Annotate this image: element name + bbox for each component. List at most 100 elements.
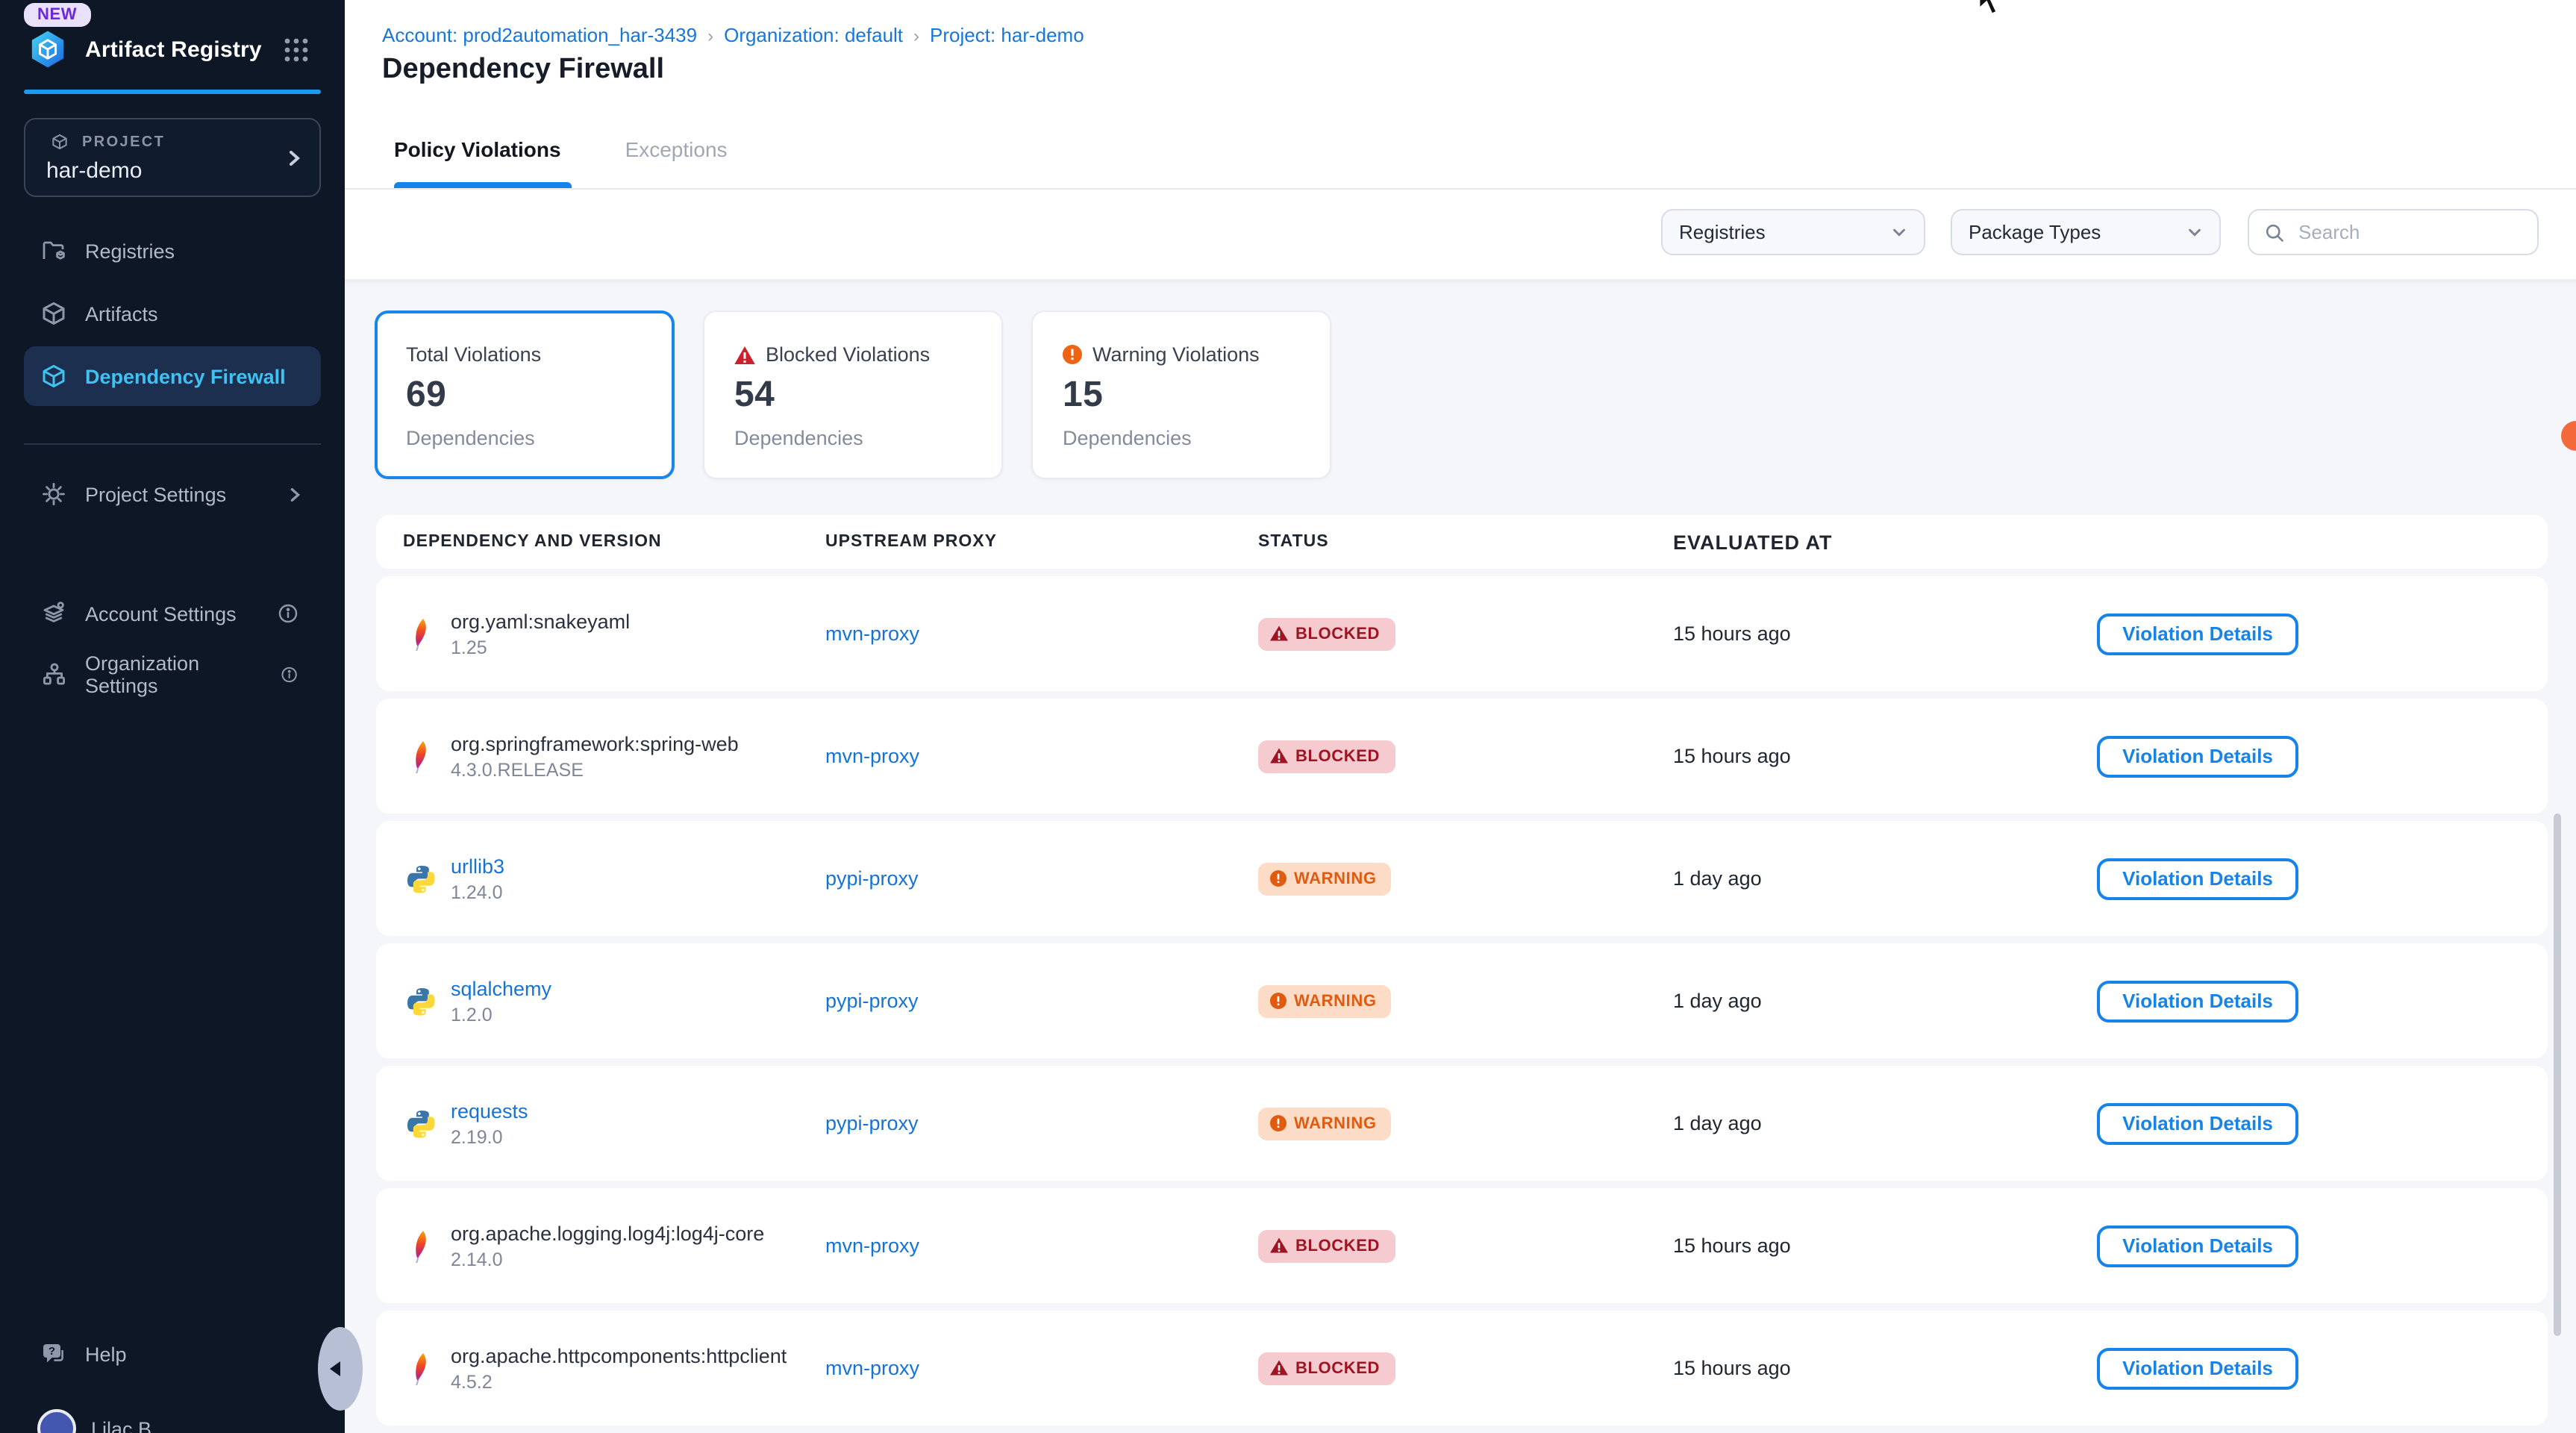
upstream-proxy-link[interactable]: pypi-proxy (825, 867, 919, 889)
violation-details-button[interactable]: Violation Details (2097, 1225, 2298, 1267)
blocked-triangle-icon (734, 346, 755, 363)
registries-dropdown[interactable]: Registries (1661, 209, 1925, 255)
warning-violations-card[interactable]: Warning Violations 15 Dependencies (1031, 310, 1331, 479)
blocked-violations-card[interactable]: Blocked Violations 54 Dependencies (703, 310, 1003, 479)
search-box (2248, 209, 2539, 255)
breadcrumb: Account: prod2automation_har-3439 › Orga… (382, 24, 1084, 46)
breadcrumb-organization-link[interactable]: Organization: default (724, 24, 903, 46)
dependency-version: 4.5.2 (451, 1371, 787, 1392)
violation-details-button[interactable]: Violation Details (2097, 613, 2298, 655)
card-value: 69 (406, 375, 672, 416)
sidebar-item-artifacts[interactable]: Artifacts (24, 284, 321, 343)
artifacts-box-icon (40, 300, 67, 327)
upstream-proxy-link[interactable]: pypi-proxy (825, 989, 919, 1011)
org-chart-icon (40, 661, 67, 688)
table-row: org.springframework:spring-web 4.3.0.REL… (376, 699, 2548, 814)
table-header: DEPENDENCY AND VERSION UPSTREAM PROXY ST… (376, 515, 2548, 569)
sidebar-item-label: Organization Settings (85, 652, 246, 697)
app-title: Artifact Registry (85, 37, 262, 63)
vertical-scrollbar-thumb[interactable] (2554, 814, 2561, 1336)
warning-circle-icon (1063, 345, 1082, 364)
upstream-proxy-link[interactable]: pypi-proxy (825, 1111, 919, 1134)
sidebar-item-organization-settings[interactable]: Organization Settings (24, 645, 321, 705)
tab-bar-border (345, 188, 2576, 190)
upstream-proxy-link[interactable]: mvn-proxy (825, 1356, 919, 1379)
package-types-dropdown[interactable]: Package Types (1951, 209, 2221, 255)
dependency-version: 1.25 (451, 637, 630, 658)
violation-details-button[interactable]: Violation Details (2097, 858, 2298, 899)
table-row: urllib3 1.24.0 pypi-proxy WARNING 1 day … (376, 821, 2548, 936)
dependency-name: org.apache.httpcomponents:httpclient (451, 1344, 787, 1367)
evaluated-at: 15 hours ago (1673, 1234, 2097, 1257)
sidebar: NEW Artifact Registry PROJECT har-demo (0, 0, 345, 1433)
main-panel: Account: prod2automation_har-3439 › Orga… (345, 0, 2576, 1433)
violation-details-button[interactable]: Violation Details (2097, 735, 2298, 777)
evaluated-at: 1 day ago (1673, 990, 2097, 1012)
breadcrumb-separator: › (913, 25, 919, 46)
gear-icon (40, 481, 67, 508)
chevron-right-icon (285, 149, 303, 167)
chevron-down-icon (1891, 224, 1907, 240)
sidebar-item-help[interactable]: ? Help (24, 1324, 321, 1384)
violation-details-button[interactable]: Violation Details (2097, 980, 2298, 1022)
info-icon[interactable] (278, 603, 298, 624)
info-icon[interactable] (281, 664, 298, 685)
maven-icon (403, 740, 436, 772)
status-badge: WARNING (1258, 862, 1392, 895)
help-label: Help (85, 1343, 127, 1365)
maven-icon (403, 1352, 436, 1384)
status-badge: WARNING (1258, 984, 1392, 1017)
user-menu[interactable]: Lilac B (37, 1409, 151, 1433)
artifact-registry-logo-icon (27, 28, 69, 70)
violation-details-button[interactable]: Violation Details (2097, 1102, 2298, 1144)
dependency-name[interactable]: sqlalchemy (451, 977, 551, 999)
upstream-proxy-link[interactable]: mvn-proxy (825, 1234, 919, 1256)
sidebar-item-label: Project Settings (85, 483, 226, 505)
sidebar-item-label: Artifacts (85, 302, 158, 325)
violation-details-button[interactable]: Violation Details (2097, 1347, 2298, 1389)
card-sublabel: Dependencies (734, 427, 1001, 449)
upstream-proxy-link[interactable]: mvn-proxy (825, 622, 919, 644)
sidebar-collapse-handle[interactable] (318, 1327, 363, 1411)
breadcrumb-separator: › (707, 25, 713, 46)
active-tab-underline (394, 182, 572, 188)
breadcrumb-project-link[interactable]: Project: har-demo (930, 24, 1084, 46)
sidebar-item-account-settings[interactable]: Account Settings (24, 584, 321, 643)
sidebar-item-label: Account Settings (85, 602, 237, 625)
column-header-evaluated-at: EVALUATED AT (1673, 531, 2097, 553)
chevron-left-icon (330, 1361, 340, 1376)
upstream-proxy-link[interactable]: mvn-proxy (825, 744, 919, 767)
tab-policy-violations[interactable]: Policy Violations (394, 137, 561, 161)
new-badge: NEW (24, 3, 90, 27)
search-input[interactable] (2295, 219, 2522, 245)
tab-exceptions[interactable]: Exceptions (625, 137, 728, 161)
registries-folder-icon (40, 237, 67, 264)
account-layers-icon (40, 600, 67, 627)
sidebar-item-project-settings[interactable]: Project Settings (24, 464, 321, 524)
card-sublabel: Dependencies (406, 427, 672, 449)
app-switcher-grid-icon[interactable] (284, 37, 309, 63)
sidebar-item-dependency-firewall[interactable]: Dependency Firewall (24, 346, 321, 406)
sidebar-divider (24, 443, 321, 445)
dependency-name[interactable]: urllib3 (451, 855, 504, 877)
sidebar-item-registries[interactable]: Registries (24, 221, 321, 281)
chevron-down-icon (2186, 224, 2203, 240)
status-badge: BLOCKED (1258, 1229, 1395, 1262)
table-row: org.yaml:snakeyaml 1.25 mvn-proxy BLOCKE… (376, 576, 2548, 691)
column-header-dependency: DEPENDENCY AND VERSION (403, 533, 825, 551)
dependency-name[interactable]: requests (451, 1099, 528, 1122)
help-chat-icon: ? (40, 1340, 67, 1367)
page-title: Dependency Firewall (382, 54, 664, 87)
breadcrumb-account-link[interactable]: Account: prod2automation_har-3439 (382, 24, 697, 46)
project-selector[interactable]: PROJECT har-demo (24, 118, 321, 197)
registries-dropdown-label: Registries (1679, 221, 1766, 243)
dependency-firewall-box-icon (40, 363, 67, 390)
total-violations-card[interactable]: Total Violations 69 Dependencies (375, 310, 675, 479)
evaluated-at: 15 hours ago (1673, 622, 2097, 645)
status-badge: BLOCKED (1258, 617, 1395, 650)
status-badge: BLOCKED (1258, 1352, 1395, 1384)
card-label: Total Violations (406, 343, 541, 366)
card-value: 15 (1063, 375, 1330, 416)
evaluated-at: 1 day ago (1673, 1112, 2097, 1134)
dependency-version: 1.24.0 (451, 881, 504, 902)
